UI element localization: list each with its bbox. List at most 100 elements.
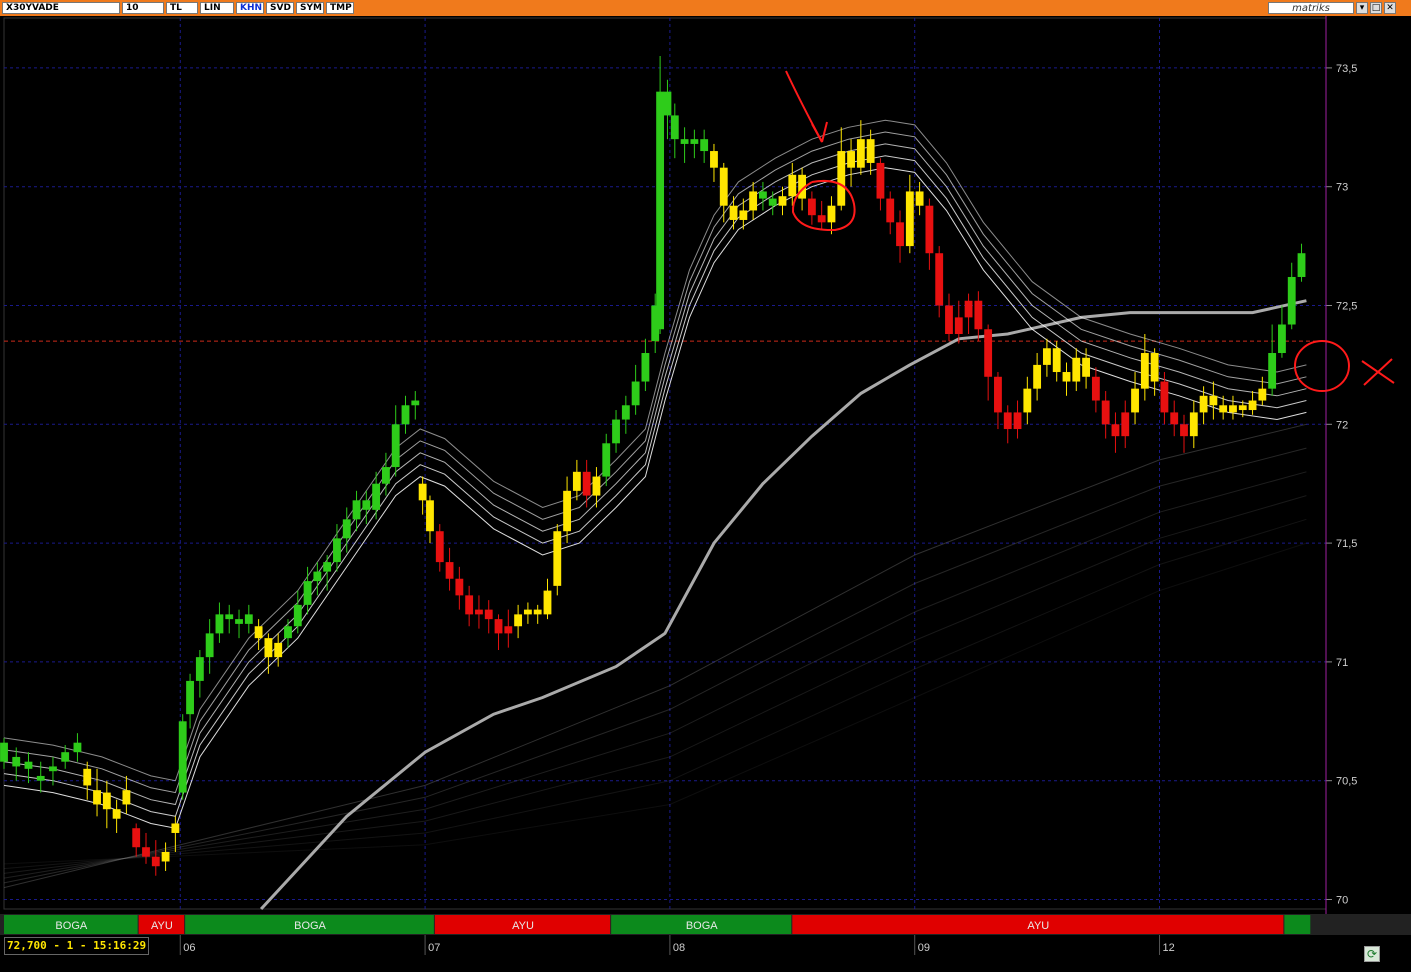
candle-body xyxy=(132,828,141,848)
candle-body xyxy=(1033,364,1042,389)
candlestick-chart[interactable]: 73,5 73 72,5 72 71,5 71 70,5 70 06 07 08 09 12 BOGA AY… xyxy=(0,16,1411,955)
candle-body xyxy=(719,167,728,206)
candle-body xyxy=(142,847,150,857)
candle-body xyxy=(445,562,454,579)
symbol-selector[interactable]: X30YVADE xyxy=(2,2,120,14)
candle-body xyxy=(602,443,611,477)
candle-body xyxy=(1209,395,1218,406)
candle-body xyxy=(582,471,591,496)
date-label: 09 xyxy=(918,942,930,954)
period-label: 10 xyxy=(126,3,139,13)
tmp-button[interactable]: TMP xyxy=(326,2,354,14)
candle-body xyxy=(313,571,322,582)
candle-body xyxy=(663,91,672,116)
candle-body xyxy=(151,856,160,867)
candle-body xyxy=(73,742,82,753)
candle-body xyxy=(1013,412,1022,430)
candle-body xyxy=(93,790,101,805)
candle-body xyxy=(303,581,312,605)
tl-button[interactable]: TL xyxy=(166,2,198,14)
y-tick-label: 70 xyxy=(1336,894,1348,906)
candle-body xyxy=(1199,395,1208,413)
sentiment-band-label: AYU xyxy=(151,920,173,932)
candle-body xyxy=(1238,405,1247,411)
sentiment-band-label: BOGA xyxy=(686,920,718,932)
sentiment-band-label: BOGA xyxy=(55,920,87,932)
candle-body xyxy=(690,139,699,144)
plot-frame xyxy=(3,17,1327,910)
candle-body xyxy=(817,215,826,223)
candle-body xyxy=(426,500,434,532)
dropdown-icon[interactable]: ▾ xyxy=(1356,2,1368,14)
candle-body xyxy=(465,595,474,615)
candle-body xyxy=(235,619,243,624)
lin-button[interactable]: LIN xyxy=(200,2,234,14)
candle-body xyxy=(533,609,542,615)
candle-body xyxy=(12,756,21,767)
candle-body xyxy=(680,139,689,144)
candle-body xyxy=(333,538,341,563)
candle-body xyxy=(563,490,571,532)
candle-body xyxy=(1091,376,1100,401)
candle-body xyxy=(381,467,390,484)
sym-button[interactable]: SYM xyxy=(296,2,324,14)
candle-body xyxy=(925,205,934,254)
candle-body xyxy=(1170,412,1179,425)
candle-body xyxy=(954,317,963,335)
y-tick-label: 72 xyxy=(1336,419,1348,431)
khn-button[interactable]: KHN xyxy=(236,2,264,14)
ma-ribbon-line xyxy=(3,143,1307,806)
candle-body xyxy=(455,578,464,596)
candle-body xyxy=(264,638,273,658)
candle-body xyxy=(1180,424,1188,437)
candle-body xyxy=(866,139,875,163)
candle-body xyxy=(112,809,121,819)
candle-body xyxy=(994,376,1002,413)
candle-body xyxy=(352,500,361,520)
candle-body xyxy=(612,419,620,444)
candle-body xyxy=(372,483,381,510)
close-icon[interactable]: ✕ xyxy=(1384,2,1396,14)
candle-body xyxy=(935,253,944,306)
candle-body xyxy=(700,139,709,152)
candle-body xyxy=(543,590,552,615)
y-tick-label: 73 xyxy=(1336,182,1348,194)
candle-body xyxy=(1101,400,1110,425)
candle-body xyxy=(670,115,679,140)
candle-body xyxy=(621,405,630,420)
candle-body xyxy=(778,196,787,206)
y-tick-label: 70,5 xyxy=(1336,776,1357,788)
candle-body xyxy=(749,191,758,211)
candle-body xyxy=(83,768,92,786)
y-tick-label: 71 xyxy=(1336,657,1348,669)
period-selector[interactable]: 10 xyxy=(122,2,164,14)
candle-body xyxy=(739,210,748,220)
candle-body xyxy=(1131,388,1139,413)
candle-body xyxy=(0,742,8,762)
maximize-icon[interactable]: □ xyxy=(1370,2,1382,14)
candle-body xyxy=(984,329,993,377)
candle-body xyxy=(1003,412,1012,430)
candle-body xyxy=(205,633,214,658)
candle-body xyxy=(1278,324,1286,354)
candle-body xyxy=(856,139,865,168)
candle-body xyxy=(974,300,983,330)
candle-body xyxy=(514,614,523,627)
svd-button[interactable]: SVD xyxy=(266,2,294,14)
candle-body xyxy=(1268,353,1277,389)
candle-body xyxy=(102,792,111,810)
refresh-icon[interactable]: ⟳ xyxy=(1364,946,1380,962)
candle-body xyxy=(161,851,170,862)
candle-body xyxy=(24,761,33,769)
candle-body xyxy=(391,424,400,468)
candle-body xyxy=(494,619,503,634)
candle-body xyxy=(36,775,45,781)
candle-body xyxy=(49,766,57,772)
candle-body xyxy=(592,476,601,496)
candle-body xyxy=(641,353,650,382)
date-label: 06 xyxy=(183,942,195,954)
candle-body xyxy=(807,198,816,216)
candle-body xyxy=(729,205,738,220)
candle-body xyxy=(656,91,665,330)
candle-body xyxy=(122,790,131,805)
